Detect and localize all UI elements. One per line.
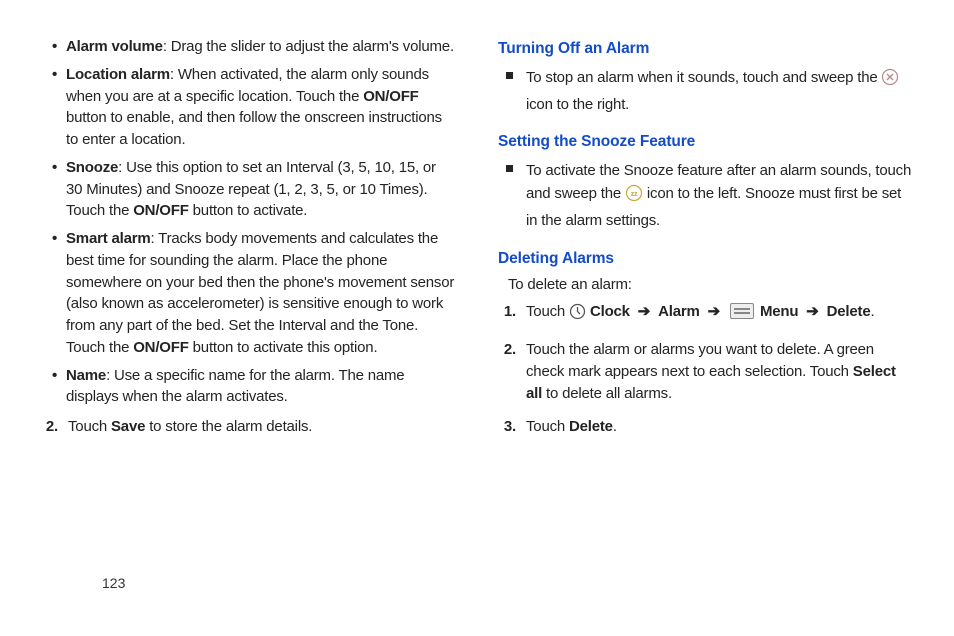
arrow-icon: ➔ bbox=[638, 301, 650, 323]
right-column: Turning Off an Alarm To stop an alarm wh… bbox=[498, 36, 914, 438]
page: Alarm volume: Drag the slider to adjust … bbox=[0, 0, 954, 438]
text: . bbox=[613, 418, 617, 435]
term: Location alarm bbox=[66, 66, 170, 83]
list-item: Name: Use a specific name for the alarm.… bbox=[66, 365, 456, 409]
delete-label: Delete bbox=[827, 303, 871, 320]
desc: button to enable, and then follow the on… bbox=[66, 109, 442, 148]
list-item: Location alarm: When activated, the alar… bbox=[66, 64, 456, 151]
features-list: Alarm volume: Drag the slider to adjust … bbox=[40, 36, 456, 408]
text: to store the alarm details. bbox=[145, 418, 312, 435]
text: Touch bbox=[526, 303, 569, 320]
svg-text:zz: zz bbox=[631, 191, 638, 198]
delete-step-2: 2. Touch the alarm or alarms you want to… bbox=[498, 339, 914, 404]
text: . bbox=[870, 303, 874, 320]
step-number: 3. bbox=[498, 416, 526, 438]
text: Touch the alarm or alarms you want to de… bbox=[526, 341, 874, 380]
step-number: 2. bbox=[40, 416, 68, 438]
alarm-label: Alarm bbox=[658, 303, 700, 320]
step-2: 2. Touch Save to store the alarm details… bbox=[40, 416, 456, 438]
step-number: 1. bbox=[498, 301, 526, 327]
text: Touch bbox=[68, 418, 111, 435]
off-list: To stop an alarm when it sounds, touch a… bbox=[498, 66, 914, 117]
text: Touch bbox=[526, 418, 569, 435]
onoff: ON/OFF bbox=[133, 339, 188, 356]
deleting-subtitle: To delete an alarm: bbox=[498, 276, 914, 293]
step-body: Touch Clock ➔ Alarm ➔ Menu ➔ Delete. bbox=[526, 301, 914, 327]
text: icon to the right. bbox=[526, 96, 629, 113]
term: Name bbox=[66, 367, 106, 384]
onoff: ON/OFF bbox=[363, 88, 418, 105]
heading-deleting: Deleting Alarms bbox=[498, 250, 914, 268]
list-item: Snooze: Use this option to set an Interv… bbox=[66, 157, 456, 222]
zz-circle-icon: zz bbox=[625, 184, 643, 209]
heading-turning-off: Turning Off an Alarm bbox=[498, 40, 914, 58]
save-label: Save bbox=[111, 418, 145, 435]
clock-icon bbox=[569, 303, 586, 327]
left-column: Alarm volume: Drag the slider to adjust … bbox=[40, 36, 456, 438]
clock-label: Clock bbox=[590, 303, 630, 320]
step-number: 2. bbox=[498, 339, 526, 404]
text: To stop an alarm when it sounds, touch a… bbox=[526, 69, 881, 86]
text: to delete all alarms. bbox=[542, 385, 672, 402]
desc: : Use a specific name for the alarm. The… bbox=[66, 367, 404, 406]
heading-snooze: Setting the Snooze Feature bbox=[498, 133, 914, 151]
desc: : Drag the slider to adjust the alarm's … bbox=[163, 38, 454, 55]
menu-icon bbox=[730, 303, 754, 319]
step-body: Touch the alarm or alarms you want to de… bbox=[526, 339, 914, 404]
onoff: ON/OFF bbox=[133, 202, 188, 219]
x-circle-icon bbox=[881, 68, 899, 93]
arrow-icon: ➔ bbox=[806, 301, 818, 323]
list-item: To activate the Snooze feature after an … bbox=[526, 159, 914, 233]
term: Smart alarm bbox=[66, 230, 151, 247]
term: Alarm volume bbox=[66, 38, 163, 55]
delete-step-3: 3. Touch Delete. bbox=[498, 416, 914, 438]
desc: button to activate. bbox=[189, 202, 308, 219]
step-body: Touch Save to store the alarm details. bbox=[68, 416, 456, 438]
delete-label: Delete bbox=[569, 418, 613, 435]
menu-label: Menu bbox=[760, 303, 798, 320]
list-item: Alarm volume: Drag the slider to adjust … bbox=[66, 36, 456, 58]
delete-step-1: 1. Touch Clock ➔ Alarm ➔ Menu ➔ Delete. bbox=[498, 301, 914, 327]
desc: : Tracks body movements and calculates t… bbox=[66, 230, 454, 356]
snooze-list: To activate the Snooze feature after an … bbox=[498, 159, 914, 233]
page-number: 123 bbox=[102, 575, 125, 591]
list-item: Smart alarm: Tracks body movements and c… bbox=[66, 228, 456, 359]
step-body: Touch Delete. bbox=[526, 416, 914, 438]
desc: button to activate this option. bbox=[189, 339, 378, 356]
term: Snooze bbox=[66, 159, 118, 176]
list-item: To stop an alarm when it sounds, touch a… bbox=[526, 66, 914, 117]
arrow-icon: ➔ bbox=[708, 301, 720, 323]
